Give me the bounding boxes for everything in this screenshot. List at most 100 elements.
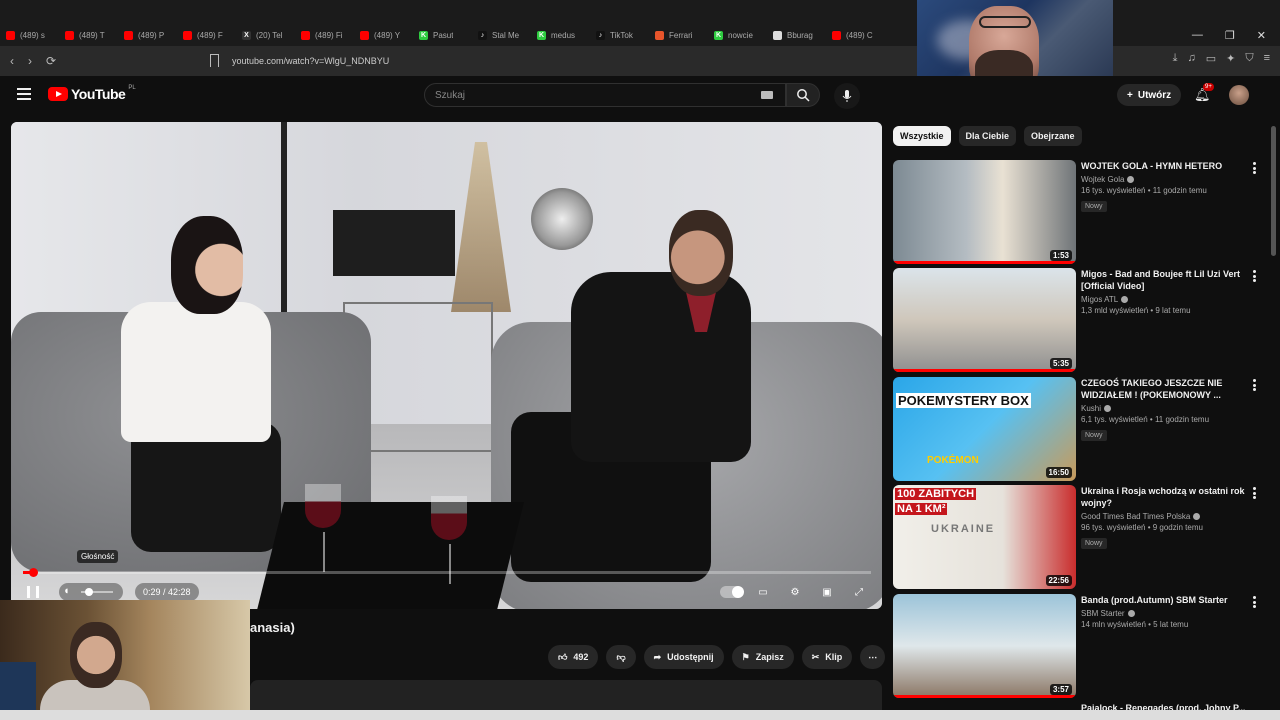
channel-name[interactable]: Kushi: [1081, 404, 1251, 413]
browser-tab[interactable]: Bburag: [767, 24, 826, 46]
video-thumbnail[interactable]: 3:57: [893, 594, 1076, 698]
autoplay-toggle[interactable]: [720, 586, 744, 598]
recommendation-title[interactable]: CZEGOŚ TAKIEGO JESZCZE NIE WIDZIAŁEM ! (…: [1081, 377, 1251, 401]
tab-favicon-icon: [301, 30, 310, 40]
recommendation-item[interactable]: 100 ZABITYCH NA 1 KM² UKRAINE 22:56 Ukraina …: [893, 485, 1263, 589]
volume-control[interactable]: ◖: [59, 583, 123, 601]
tab-label: Pasut: [433, 30, 454, 40]
volume-icon[interactable]: ◖: [63, 585, 70, 597]
restore-icon[interactable]: ❐: [1225, 29, 1235, 42]
browser-tab[interactable]: ♪ Stal Me: [472, 24, 531, 46]
more-options-icon[interactable]: [1253, 596, 1257, 608]
chip-0[interactable]: Wszystkie: [893, 126, 951, 146]
minimize-icon[interactable]: —: [1192, 29, 1203, 41]
download-icon[interactable]: ⤓: [1173, 52, 1178, 65]
miniplayer-icon[interactable]: ▣: [816, 583, 838, 601]
video-thumbnail[interactable]: 100 ZABITYCH NA 1 KM² UKRAINE 22:56: [893, 485, 1076, 589]
clip-button[interactable]: ✂ Klip: [801, 645, 853, 669]
new-badge: Nowy: [1081, 430, 1107, 441]
browser-tab[interactable]: (489) s: [0, 24, 59, 46]
chip-1[interactable]: Dla Ciebie: [958, 126, 1017, 146]
notification-badge: 9+: [1203, 83, 1214, 91]
verified-icon: [1127, 610, 1135, 617]
hamburger-menu-icon[interactable]: [17, 88, 31, 100]
back-icon[interactable]: ‹: [10, 54, 14, 68]
browser-tab[interactable]: (489) C: [826, 24, 885, 46]
more-options-icon[interactable]: [1253, 270, 1257, 282]
video-progress-bar[interactable]: [23, 568, 871, 577]
share-button[interactable]: ➦ Udostępnij: [643, 645, 724, 669]
forward-icon[interactable]: ›: [28, 54, 32, 68]
chip-2[interactable]: Obejrzane: [1024, 126, 1082, 146]
tab-favicon-icon: [773, 30, 782, 40]
channel-name[interactable]: SBM Starter: [1081, 609, 1251, 618]
like-button[interactable]: 👍︎ 492: [548, 645, 599, 669]
channel-name[interactable]: Good Times Bad Times Polska: [1081, 512, 1251, 521]
duration-badge: 16:50: [1045, 467, 1072, 478]
search-input[interactable]: Szukaj: [424, 83, 786, 107]
fullscreen-icon[interactable]: ⤢: [848, 583, 870, 601]
browser-tab[interactable]: Knowcie: [708, 24, 767, 46]
browser-tab[interactable]: Kmedus: [531, 24, 590, 46]
recommendation-info: CZEGOŚ TAKIEGO JESZCZE NIE WIDZIAŁEM ! (…: [1081, 377, 1251, 442]
recommendation-title[interactable]: Banda (prod.Autumn) SBM Starter: [1081, 594, 1251, 606]
url-field[interactable]: youtube.com/watch?v=WlgU_NDNBYU: [232, 51, 912, 71]
channel-name[interactable]: Wojtek Gola: [1081, 175, 1251, 184]
bookmark-icon[interactable]: [210, 54, 219, 67]
tab-favicon-icon: [124, 30, 133, 40]
settings-gear-icon[interactable]: ⚙: [784, 583, 806, 601]
pause-button[interactable]: [27, 586, 39, 598]
browser-tab[interactable]: X (20) Tel: [236, 24, 295, 46]
progress-scrubber[interactable]: [28, 568, 38, 577]
screen: (489) s (489) T (489) P (489) F X (20) Tel (48…: [0, 0, 1280, 720]
browser-tab[interactable]: (489) F: [177, 24, 236, 46]
subtitles-icon[interactable]: ▭: [752, 583, 774, 601]
video-thumbnail[interactable]: POKEMYSTERY BOX POKÉMON 16:50: [893, 377, 1076, 481]
recommendation-title[interactable]: Migos - Bad and Boujee ft Lil Uzi Vert […: [1081, 268, 1251, 292]
video-player[interactable]: Głośność ◖ 0:29 / 42:28 ▭ ⚙ ▣ ⤢: [11, 122, 882, 609]
browser-tab[interactable]: (489) P: [118, 24, 177, 46]
save-button[interactable]: ⚑ Zapisz: [731, 645, 794, 669]
close-icon[interactable]: ✕: [1257, 29, 1266, 42]
recommendation-item[interactable]: POKEMYSTERY BOX POKÉMON 16:50 CZEGOŚ TAKIEG…: [893, 377, 1263, 481]
volume-slider[interactable]: [81, 588, 113, 596]
account-avatar[interactable]: [1229, 85, 1249, 105]
sidebar-icon[interactable]: ▭: [1206, 52, 1216, 65]
reload-icon[interactable]: ⟳: [46, 54, 56, 68]
tab-favicon-icon: [832, 30, 841, 40]
extension-icon[interactable]: ✦: [1226, 52, 1235, 65]
recommendation-item[interactable]: 5:35 Migos - Bad and Boujee ft Lil Uzi Ve…: [893, 268, 1263, 372]
tab-label: Ferrari: [669, 30, 693, 40]
browser-tab[interactable]: K Pasut: [413, 24, 472, 46]
voice-search-button[interactable]: [834, 83, 860, 109]
video-thumbnail[interactable]: 1:53: [893, 160, 1076, 264]
create-button[interactable]: + Utwórz: [1117, 84, 1182, 106]
search-button[interactable]: [786, 83, 820, 107]
description-box[interactable]: [250, 680, 882, 710]
browser-tab[interactable]: ♪ TikTok: [590, 24, 649, 46]
plus-icon: +: [1127, 89, 1133, 101]
youtube-logo[interactable]: YouTube PL: [48, 85, 136, 102]
browser-tab[interactable]: (489) Y: [354, 24, 413, 46]
recommendation-item[interactable]: 1:53 WOJTEK GOLA - HYMN HETERO Wojtek Gola…: [893, 160, 1263, 264]
recommendation-title[interactable]: WOJTEK GOLA - HYMN HETERO: [1081, 160, 1251, 172]
browser-tab[interactable]: (489) Fi: [295, 24, 354, 46]
recommendation-title[interactable]: Ukraina i Rosja wchodzą w ostatni rok wo…: [1081, 485, 1251, 509]
more-actions-button[interactable]: ⋯: [860, 645, 886, 669]
sidebar-scrollbar[interactable]: [1271, 126, 1276, 256]
video-thumbnail[interactable]: 5:35: [893, 268, 1076, 372]
more-options-icon[interactable]: [1253, 379, 1257, 391]
shield-icon[interactable]: ⛉: [1245, 52, 1253, 65]
more-options-icon[interactable]: [1253, 487, 1257, 499]
taskbar: [0, 710, 1280, 720]
tab-favicon-icon: [655, 30, 664, 40]
channel-name[interactable]: Migos ATL: [1081, 295, 1251, 304]
browser-tab[interactable]: (489) T: [59, 24, 118, 46]
dislike-button[interactable]: 👎︎: [606, 645, 636, 669]
menu-icon[interactable]: ≡: [1264, 52, 1270, 65]
recommendation-item[interactable]: 3:57 Banda (prod.Autumn) SBM Starter SBM S…: [893, 594, 1263, 698]
music-icon[interactable]: ♫: [1187, 52, 1195, 65]
browser-tab[interactable]: Ferrari: [649, 24, 708, 46]
more-options-icon[interactable]: [1253, 162, 1257, 174]
keyboard-icon[interactable]: [761, 91, 773, 99]
